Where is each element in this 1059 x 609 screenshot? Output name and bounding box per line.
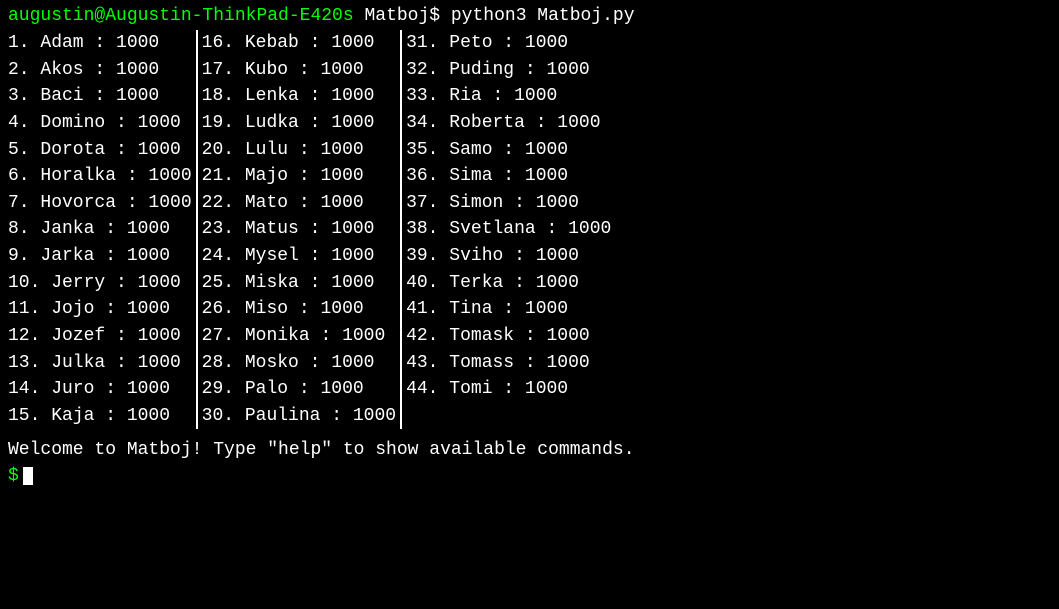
list-item: 2. Akos : 1000 (8, 57, 192, 84)
list-item: 37. Simon : 1000 (406, 190, 611, 217)
list-item: 34. Roberta : 1000 (406, 110, 611, 137)
list-item: 1. Adam : 1000 (8, 30, 192, 57)
list-item: 35. Samo : 1000 (406, 137, 611, 164)
title-bar: augustin@Augustin-ThinkPad-E420s Matboj$… (8, 6, 1051, 26)
col-divider-1 (196, 30, 198, 429)
content-area: 1. Adam : 10002. Akos : 10003. Baci : 10… (8, 30, 1051, 486)
list-item: 12. Jozef : 1000 (8, 323, 192, 350)
list-item: 26. Miso : 1000 (202, 296, 396, 323)
list-item: 10. Jerry : 1000 (8, 270, 192, 297)
list-item: 15. Kaja : 1000 (8, 403, 192, 430)
column-1: 1. Adam : 10002. Akos : 10003. Baci : 10… (8, 30, 192, 429)
list-item: 25. Miska : 1000 (202, 270, 396, 297)
list-item: 9. Jarka : 1000 (8, 243, 192, 270)
list-item: 13. Julka : 1000 (8, 350, 192, 377)
title-command: Matboj$ python3 Matboj.py (354, 6, 635, 26)
col-divider-2 (400, 30, 402, 429)
list-item: 11. Jojo : 1000 (8, 296, 192, 323)
user-host: augustin@Augustin-ThinkPad-E420s (8, 6, 354, 26)
list-item: 39. Sviho : 1000 (406, 243, 611, 270)
list-item: 36. Sima : 1000 (406, 163, 611, 190)
list-item: 42. Tomask : 1000 (406, 323, 611, 350)
list-item: 40. Terka : 1000 (406, 270, 611, 297)
list-item: 30. Paulina : 1000 (202, 403, 396, 430)
list-item: 27. Monika : 1000 (202, 323, 396, 350)
column-2: 16. Kebab : 100017. Kubo : 100018. Lenka… (202, 30, 396, 429)
list-item: 5. Dorota : 1000 (8, 137, 192, 164)
list-item: 44. Tomi : 1000 (406, 376, 611, 403)
list-item: 8. Janka : 1000 (8, 216, 192, 243)
list-item: 38. Svetlana : 1000 (406, 216, 611, 243)
prompt-line[interactable]: $ (8, 466, 1051, 486)
list-item: 24. Mysel : 1000 (202, 243, 396, 270)
list-item: 33. Ria : 1000 (406, 83, 611, 110)
list-item: 29. Palo : 1000 (202, 376, 396, 403)
list-item: 21. Majo : 1000 (202, 163, 396, 190)
welcome-message: Welcome to Matboj! Type "help" to show a… (8, 437, 1051, 464)
list-item: 19. Ludka : 1000 (202, 110, 396, 137)
column-3: 31. Peto : 100032. Puding : 100033. Ria … (406, 30, 611, 429)
list-item: 3. Baci : 1000 (8, 83, 192, 110)
list-item: 41. Tina : 1000 (406, 296, 611, 323)
list-item: 18. Lenka : 1000 (202, 83, 396, 110)
list-item: 23. Matus : 1000 (202, 216, 396, 243)
list-item: 4. Domino : 1000 (8, 110, 192, 137)
list-item: 32. Puding : 1000 (406, 57, 611, 84)
list-item: 17. Kubo : 1000 (202, 57, 396, 84)
columns: 1. Adam : 10002. Akos : 10003. Baci : 10… (8, 30, 1051, 429)
list-item: 16. Kebab : 1000 (202, 30, 396, 57)
list-item: 6. Horalka : 1000 (8, 163, 192, 190)
list-item: 14. Juro : 1000 (8, 376, 192, 403)
list-item: 28. Mosko : 1000 (202, 350, 396, 377)
list-item: 43. Tomass : 1000 (406, 350, 611, 377)
cursor (23, 467, 33, 485)
list-item: 31. Peto : 1000 (406, 30, 611, 57)
list-item: 20. Lulu : 1000 (202, 137, 396, 164)
list-item: 7. Hovorca : 1000 (8, 190, 192, 217)
list-item: 22. Mato : 1000 (202, 190, 396, 217)
prompt-symbol: $ (8, 466, 19, 486)
terminal-window: augustin@Augustin-ThinkPad-E420s Matboj$… (8, 6, 1051, 486)
